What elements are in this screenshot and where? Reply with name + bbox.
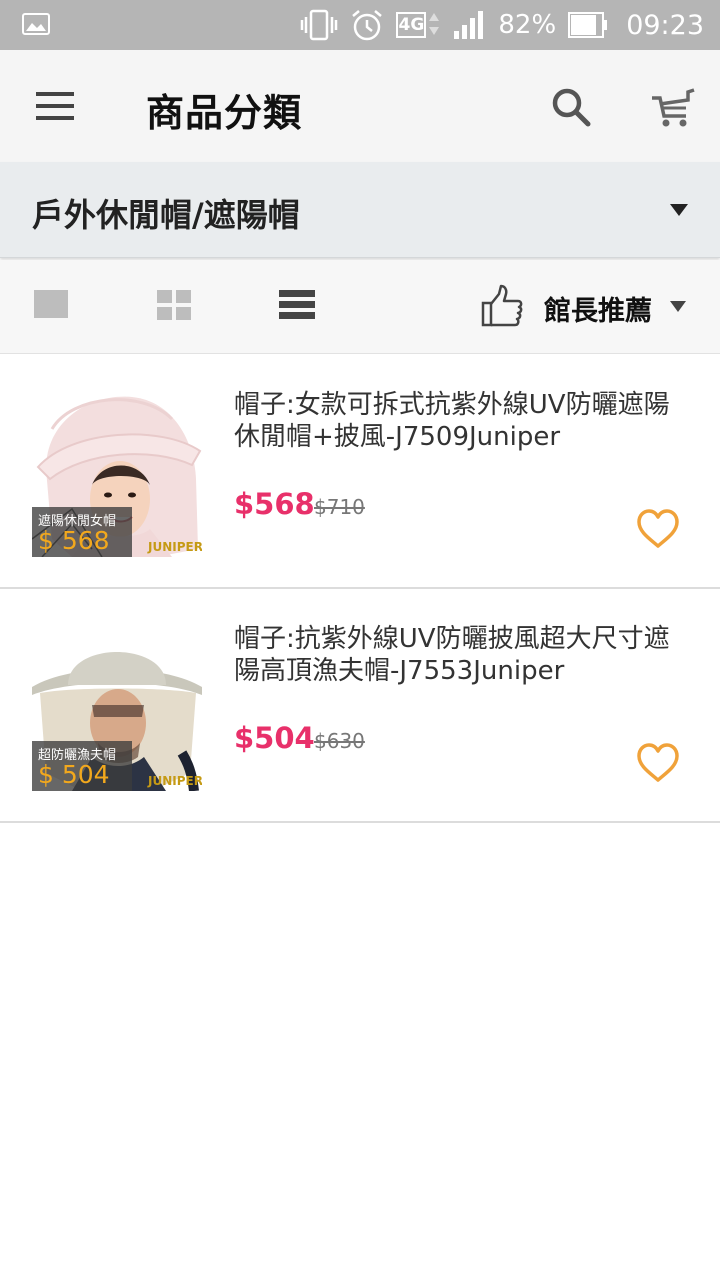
single-view-icon[interactable] bbox=[34, 290, 68, 318]
cart-icon[interactable] bbox=[648, 84, 696, 130]
heart-icon[interactable] bbox=[636, 743, 680, 783]
category-label: 戶外休閒帽/遮陽帽 bbox=[32, 196, 300, 234]
gallery-notification-icon bbox=[22, 13, 50, 35]
price-badge: 超防曬漁夫帽 $ 504 bbox=[32, 741, 132, 791]
product-title[interactable]: 帽子:女款可拆式抗紫外線UV防曬遮陽休閒帽+披風-J7509Juniper bbox=[234, 389, 684, 453]
menu-icon[interactable] bbox=[30, 84, 82, 128]
caret-down-icon bbox=[670, 204, 688, 216]
status-bar: 4G 82% 09:23 bbox=[0, 0, 720, 50]
list-view-icon[interactable] bbox=[279, 290, 315, 320]
network-label: 4G bbox=[396, 12, 427, 38]
product-price: $504 bbox=[234, 721, 315, 755]
product-title[interactable]: 帽子:抗紫外線UV防曬披風超大尺寸遮陽高頂漁夫帽-J7553Juniper bbox=[234, 623, 684, 687]
badge-price: $ 568 bbox=[38, 526, 110, 555]
product-card[interactable]: 超防曬漁夫帽 $ 504 JUNIPER 帽子:抗紫外線UV防曬披風超大尺寸遮陽… bbox=[0, 589, 720, 823]
brand-logo: JUNIPER bbox=[148, 540, 202, 554]
clock: 09:23 bbox=[626, 9, 704, 41]
signal-icon bbox=[454, 11, 484, 39]
vibrate-icon bbox=[301, 9, 338, 41]
sort-dropdown[interactable]: 館長推薦 bbox=[480, 280, 700, 334]
product-card[interactable]: 遮陽休閒女帽 $ 568 JUNIPER 帽子:女款可拆式抗紫外線UV防曬遮陽休… bbox=[0, 355, 720, 589]
original-price: $630 bbox=[314, 729, 365, 753]
caret-down-icon bbox=[670, 301, 686, 312]
app-bar: 商品分類 bbox=[0, 50, 720, 162]
view-sort-toolbar: 館長推薦 bbox=[0, 260, 720, 354]
page-title: 商品分類 bbox=[146, 91, 303, 135]
network-type-icon: 4G bbox=[396, 9, 440, 41]
price-badge: 遮陽休閒女帽 $ 568 bbox=[32, 507, 132, 557]
original-price: $710 bbox=[314, 495, 365, 519]
product-image: 遮陽休閒女帽 $ 568 JUNIPER bbox=[32, 389, 202, 557]
heart-icon[interactable] bbox=[636, 509, 680, 549]
alarm-icon bbox=[352, 10, 383, 41]
product-image: 超防曬漁夫帽 $ 504 JUNIPER bbox=[32, 623, 202, 791]
badge-price: $ 504 bbox=[38, 760, 110, 789]
search-icon[interactable] bbox=[548, 84, 594, 130]
category-dropdown[interactable]: 戶外休閒帽/遮陽帽 bbox=[0, 162, 720, 258]
sort-label: 館長推薦 bbox=[544, 296, 652, 327]
thumbs-up-icon bbox=[481, 284, 523, 327]
battery-percentage: 82% bbox=[498, 10, 557, 40]
grid-view-icon[interactable] bbox=[157, 290, 191, 320]
brand-logo: JUNIPER bbox=[148, 774, 202, 788]
product-price: $568 bbox=[234, 487, 315, 521]
battery-icon bbox=[568, 12, 608, 38]
